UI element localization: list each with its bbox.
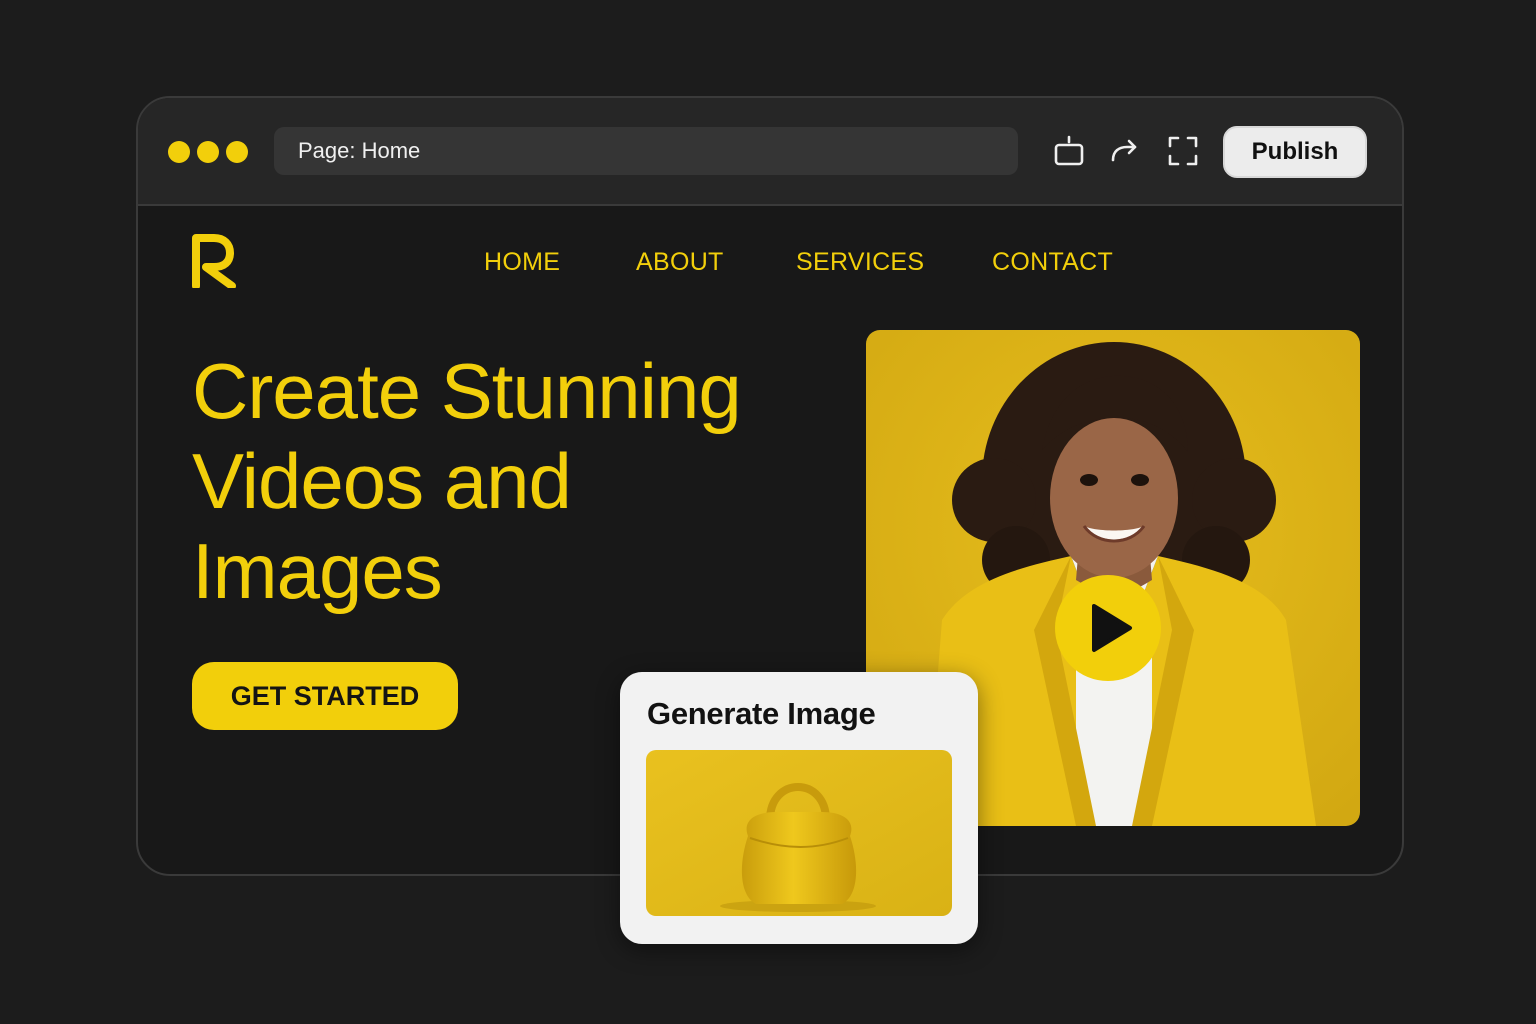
card-title: Generate Image [647,696,876,731]
hero-heading: Create Stunning Videos and Images [192,346,852,616]
nav-link-services[interactable]: SERVICES [796,248,924,277]
nav-link-about[interactable]: ABOUT [636,248,724,277]
generate-image-card[interactable]: Generate Image [620,672,978,944]
generated-image[interactable] [646,750,952,916]
fullscreen-icon[interactable] [1166,134,1200,168]
nav-link-contact[interactable]: CONTACT [992,248,1113,277]
hero-line: Images [192,527,443,615]
address-bar[interactable]: Page: Home [274,127,1018,175]
redo-icon[interactable] [1108,134,1142,168]
hero-line: Videos and [192,437,572,525]
hero-line: Create Stunning [192,347,742,435]
logo-icon[interactable] [190,232,240,288]
handbag-image [646,750,952,916]
play-icon[interactable] [1054,574,1162,682]
nav-link-home[interactable]: HOME [484,248,560,277]
browser-toolbar: Page: Home Publish [138,98,1402,206]
window-dot-icon[interactable] [168,141,190,163]
window-dot-icon[interactable] [197,141,219,163]
get-started-button[interactable]: GET STARTED [192,662,458,730]
window-dot-icon[interactable] [226,141,248,163]
device-icon[interactable] [1052,134,1086,168]
publish-button[interactable]: Publish [1223,126,1367,178]
